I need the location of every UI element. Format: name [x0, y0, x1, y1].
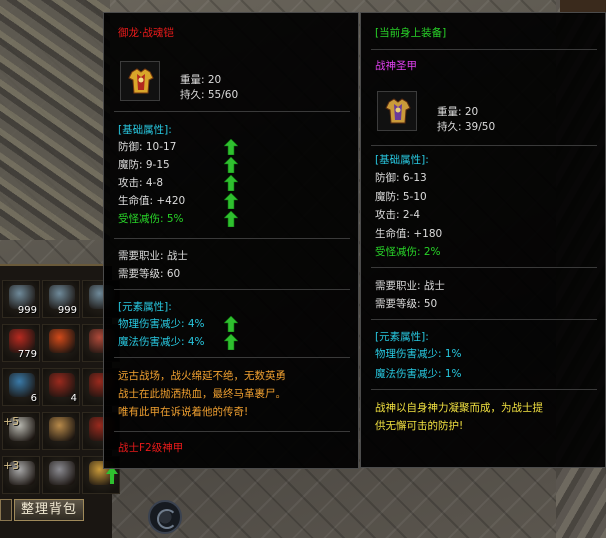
item-grade-footer: 战士F2级神甲 — [118, 442, 184, 454]
base-attributes-header: [基础属性]: — [118, 124, 172, 136]
divider — [114, 431, 350, 432]
upgrade-arrow-icon — [224, 334, 238, 350]
bag-slot[interactable]: 6 — [2, 368, 40, 406]
upgrade-arrow-icon — [224, 316, 238, 332]
divider — [371, 267, 597, 268]
stat-line: 防御: 10-17 — [118, 141, 177, 153]
element-attributes-header: [元素属性]: — [375, 331, 429, 343]
sort-bag-button[interactable]: 整理背包 — [14, 499, 84, 521]
root-icon — [49, 417, 75, 441]
stack-count: 4 — [70, 393, 77, 404]
bag-slot[interactable]: 999 — [42, 280, 80, 318]
equipped-description-line: 供无懈可击的防护! — [375, 420, 464, 432]
item-durability: 持久: 55/60 — [180, 89, 239, 101]
item-name: 御龙·战魂铠 — [118, 27, 174, 39]
required-job: 需要职业: 战士 — [118, 250, 188, 262]
fire-orb-icon — [49, 329, 75, 353]
bag-slot[interactable]: 779 — [2, 324, 40, 362]
required-job: 需要职业: 战士 — [375, 280, 445, 292]
stack-count: 999 — [57, 305, 77, 316]
upgrade-arrow-icon — [224, 157, 238, 173]
item-description-line: 唯有此甲在诉说着他的传奇! — [118, 406, 249, 418]
item-weight: 重量: 20 — [180, 74, 222, 86]
equipped-item-icon-slot — [377, 91, 417, 131]
bag-slot[interactable]: +3 — [2, 456, 40, 494]
enhance-level: +5 — [3, 415, 20, 428]
upgrade-arrow-icon — [224, 175, 238, 191]
stat-line: 魔防: 9-15 — [118, 159, 170, 171]
equipped-item-durability: 持久: 39/50 — [437, 121, 496, 133]
equipped-description-line: 战神以自身神力凝聚而成，为战士提 — [375, 402, 543, 414]
bag-slot[interactable] — [42, 324, 80, 362]
stack-count: 779 — [17, 349, 37, 360]
divider — [371, 389, 597, 390]
upgrade-arrow-icon — [224, 193, 238, 209]
stat-line: 受怪减伤: 2% — [375, 246, 441, 258]
stat-line: 受怪减伤: 5% — [118, 213, 184, 225]
upgrade-arrow-icon — [224, 211, 238, 227]
divider — [114, 111, 350, 112]
swirl-portal-icon[interactable] — [148, 500, 182, 534]
divider — [371, 319, 597, 320]
item-description-line: 远古战场，战火绵延不绝，无数英勇 — [118, 370, 286, 382]
equipped-item-weight: 重量: 20 — [437, 106, 479, 118]
bag-slot[interactable]: 999 — [2, 280, 40, 318]
item-description-line: 战士在此抛洒热血，最终马革裹尸。 — [118, 388, 286, 400]
divider — [371, 145, 597, 146]
equipped-header: [当前身上装备] — [375, 27, 447, 39]
item-tooltip-hovered: 御龙·战魂铠 重量: 20 持久: 55/60 [基础属性]: 防御: 10-1… — [103, 12, 359, 469]
stat-line: 生命值: +420 — [118, 195, 186, 207]
divider — [114, 238, 350, 239]
stat-line: 生命值: +180 — [375, 227, 443, 240]
stack-count: 999 — [17, 305, 37, 316]
stat-line: 魔防: 5-10 — [375, 190, 427, 203]
stat-line: 防御: 6-13 — [375, 172, 427, 184]
equipped-item-tooltip: [当前身上装备] 战神圣甲 重量: 20 持久: 39/50 [基础属性]: 防… — [360, 12, 606, 468]
stone-wall-terrain — [0, 0, 110, 240]
bag-slot[interactable] — [42, 412, 80, 450]
armor-icon — [385, 98, 411, 124]
divider — [114, 357, 350, 358]
element-stat-line: 物理伤害减少: 1% — [375, 348, 462, 360]
item-icon-slot — [120, 61, 160, 101]
element-stat-line: 物理伤害减少: 4% — [118, 318, 205, 330]
bag-slot[interactable]: 4 — [42, 368, 80, 406]
element-stat-line: 魔法伤害减少: 4% — [118, 336, 205, 348]
base-attributes-header: [基础属性]: — [375, 154, 429, 166]
enhance-level: +3 — [3, 459, 20, 472]
bracelet-icon — [49, 461, 75, 485]
equipped-item-name: 战神圣甲 — [375, 60, 417, 72]
divider — [114, 289, 350, 290]
stat-line: 攻击: 4-8 — [118, 177, 164, 189]
element-attributes-header: [元素属性]: — [118, 301, 172, 313]
divider — [371, 49, 597, 50]
stack-count: 6 — [30, 393, 37, 404]
stat-line: 攻击: 2-4 — [375, 209, 421, 221]
element-stat-line: 魔法伤害减少: 1% — [375, 368, 462, 380]
required-level: 需要等级: 60 — [118, 268, 181, 280]
bag-slot[interactable] — [42, 456, 80, 494]
upgrade-arrow-icon — [224, 139, 238, 155]
bag-side-tab[interactable] — [0, 499, 12, 521]
required-level: 需要等级: 50 — [375, 298, 438, 310]
bag-slot[interactable]: +5 — [2, 412, 40, 450]
inventory-bag-panel: 999 999 779 6 4 +5 +3 — [0, 264, 120, 538]
armor-icon — [128, 68, 154, 94]
